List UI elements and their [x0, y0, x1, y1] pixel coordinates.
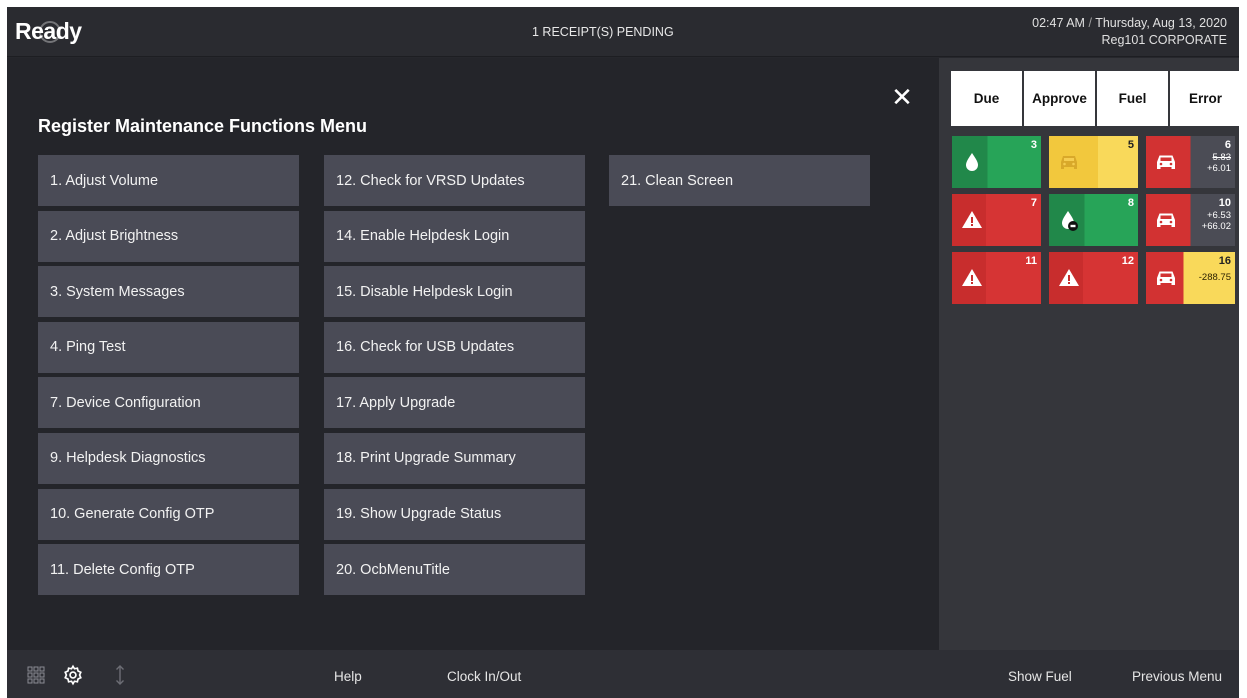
pump-tile-5[interactable]: 5 [1049, 136, 1138, 188]
pump-tile-16[interactable]: 16 -288.75 [1146, 252, 1235, 304]
menu-item-disable-helpdesk-login[interactable]: 15. Disable Helpdesk Login [324, 266, 585, 318]
menu-item-generate-config-otp[interactable]: 10. Generate Config OTP [38, 488, 299, 540]
menu-item-adjust-volume[interactable]: 1. Adjust Volume [38, 155, 299, 206]
fuel-side-panel: Due Approve Fuel Error 3 5 6 5.83 +6.01 … [939, 58, 1241, 650]
pump-amount-1: 5.83 [1212, 152, 1232, 163]
pump-tile-12[interactable]: 12 [1049, 252, 1138, 304]
app-window: Ready 1 RECEIPT(S) PENDING 02:47 AM / Th… [7, 7, 1241, 698]
car-icon [1061, 156, 1077, 169]
pump-tile-11[interactable]: 11 [952, 252, 1041, 304]
pump-number: 3 [1030, 139, 1037, 151]
grid-icon[interactable] [25, 664, 47, 686]
logo-ring-icon [39, 21, 61, 43]
tab-due[interactable]: Due [951, 71, 1022, 126]
previous-menu-button[interactable]: Previous Menu [1132, 669, 1222, 684]
menu-column-2: 12. Check for VRSD Updates 14. Enable He… [324, 155, 585, 600]
pump-tile-7[interactable]: 7 [952, 194, 1041, 246]
date: Thursday, Aug 13, 2020 [1095, 16, 1227, 30]
pump-amounts: 5.83 +6.01 [1207, 152, 1231, 174]
menu-item-ocb-menu-title[interactable]: 20. OcbMenuTitle [324, 544, 585, 596]
menu-item-show-upgrade-status[interactable]: 19. Show Upgrade Status [324, 488, 585, 540]
receipts-pending[interactable]: 1 RECEIPT(S) PENDING [532, 25, 674, 39]
pump-amount-2: +66.02 [1201, 221, 1231, 232]
gear-icon[interactable] [62, 664, 84, 686]
pump-number: 5 [1127, 139, 1134, 151]
menu-item-ping-test[interactable]: 4. Ping Test [38, 321, 299, 373]
status-label: Ready [15, 18, 82, 45]
pump-number: 6 [1224, 139, 1231, 151]
time-separator: / [1088, 16, 1092, 30]
pump-amount-1: +6.53 [1206, 210, 1231, 221]
clock-in-out-button[interactable]: Clock In/Out [447, 669, 521, 684]
menu-column-1: 1. Adjust Volume 2. Adjust Brightness 3.… [38, 155, 299, 600]
help-button[interactable]: Help [334, 669, 362, 684]
warning-icon [1059, 269, 1079, 286]
car-icon [1157, 271, 1175, 285]
top-bar: Ready 1 RECEIPT(S) PENDING 02:47 AM / Th… [7, 7, 1239, 57]
tab-fuel[interactable]: Fuel [1097, 71, 1168, 126]
menu-item-device-configuration[interactable]: 7. Device Configuration [38, 377, 299, 429]
car-icon [1157, 213, 1175, 227]
pump-tile-10[interactable]: 10 +6.53 +66.02 [1146, 194, 1235, 246]
time: 02:47 AM [1032, 16, 1085, 30]
pump-number: 11 [1025, 255, 1037, 267]
show-fuel-button[interactable]: Show Fuel [1008, 669, 1072, 684]
clock-info: 02:47 AM / Thursday, Aug 13, 2020 Reg101… [1032, 15, 1227, 49]
fuel-drop-icon [1062, 211, 1078, 231]
pump-number: 10 [1218, 197, 1231, 209]
pump-amounts: +6.53 +66.02 [1202, 210, 1231, 232]
menu-item-delete-config-otp[interactable]: 11. Delete Config OTP [38, 544, 299, 596]
menu-item-helpdesk-diagnostics[interactable]: 9. Helpdesk Diagnostics [38, 432, 299, 484]
tab-approve[interactable]: Approve [1024, 71, 1095, 126]
menu-item-print-upgrade-summary[interactable]: 18. Print Upgrade Summary [324, 432, 585, 484]
menu-item-system-messages[interactable]: 3. System Messages [38, 266, 299, 318]
pump-tile-8[interactable]: 8 [1049, 194, 1138, 246]
close-icon[interactable]: ✕ [887, 82, 917, 112]
pump-amount-2: +6.01 [1206, 163, 1231, 174]
warning-icon [962, 211, 982, 228]
pump-tile-6[interactable]: 6 5.83 +6.01 [1146, 136, 1235, 188]
menu-item-apply-upgrade[interactable]: 17. Apply Upgrade [324, 377, 585, 429]
menu-item-enable-helpdesk-login[interactable]: 14. Enable Helpdesk Login [324, 210, 585, 262]
pump-amounts: -288.75 [1199, 272, 1231, 283]
maintenance-menu-panel: ✕ Register Maintenance Functions Menu 1.… [7, 58, 939, 650]
tab-error[interactable]: Error [1170, 71, 1241, 126]
pump-amount-1: -288.75 [1198, 272, 1231, 283]
pump-tile-3[interactable]: 3 [952, 136, 1041, 188]
pump-number: 12 [1121, 255, 1134, 267]
pump-number: 16 [1218, 255, 1231, 267]
warning-icon [962, 269, 982, 286]
menu-column-3: 21. Clean Screen [609, 155, 870, 211]
menu-item-check-usb-updates[interactable]: 16. Check for USB Updates [324, 321, 585, 373]
pump-grid: 3 5 6 5.83 +6.01 7 8 10 +6.53 +66.02 11 … [952, 136, 1235, 304]
menu-item-check-vrsd-updates[interactable]: 12. Check for VRSD Updates [324, 155, 585, 206]
bottom-bar: Help Clock In/Out Show Fuel Previous Men… [7, 650, 1239, 698]
fuel-drop-icon [966, 153, 978, 171]
pump-filter-tabs: Due Approve Fuel Error [951, 71, 1241, 126]
menu-item-adjust-brightness[interactable]: 2. Adjust Brightness [38, 210, 299, 262]
menu-item-clean-screen[interactable]: 21. Clean Screen [609, 155, 870, 206]
menu-title: Register Maintenance Functions Menu [38, 116, 368, 136]
car-icon [1157, 155, 1175, 169]
arrows-icon[interactable] [109, 664, 131, 686]
pump-number: 7 [1030, 197, 1037, 209]
pump-number: 8 [1127, 197, 1134, 209]
register-info: Reg101 CORPORATE [1101, 33, 1227, 47]
